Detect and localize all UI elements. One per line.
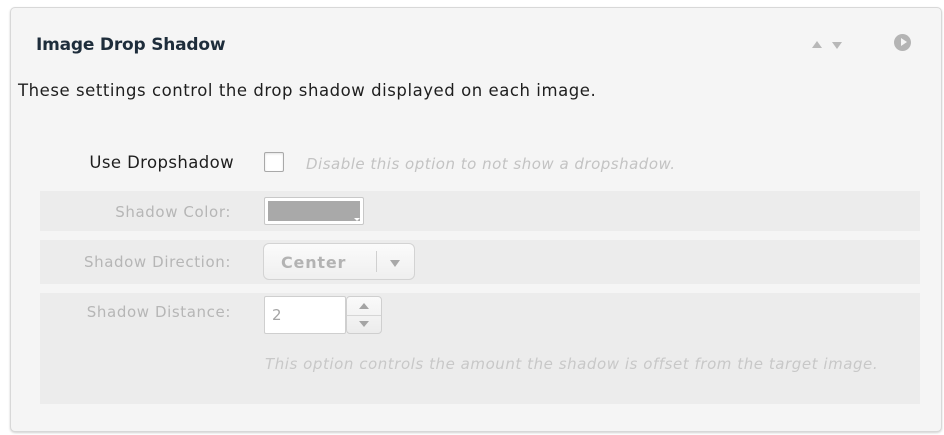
- move-down-icon[interactable]: [832, 42, 842, 49]
- shadow-color-label: Shadow Color:: [115, 203, 231, 221]
- play-circle-icon[interactable]: [894, 34, 911, 51]
- chevron-down-icon: [390, 260, 400, 267]
- select-divider: [376, 251, 377, 272]
- move-up-icon[interactable]: [812, 41, 822, 48]
- shadow-distance-stepper[interactable]: [346, 296, 382, 334]
- use-dropshadow-label: Use Dropshadow: [89, 153, 234, 172]
- increment-arrow-icon[interactable]: [347, 297, 381, 316]
- shadow-color-fill: [268, 201, 360, 221]
- shadow-distance-input[interactable]: 2: [264, 296, 346, 334]
- shadow-distance-hint: This option controls the amount the shad…: [265, 355, 879, 373]
- shadow-color-picker[interactable]: [264, 197, 364, 225]
- shadow-direction-select[interactable]: Center: [263, 243, 415, 280]
- shadow-distance-label: Shadow Distance:: [86, 303, 231, 321]
- panel-title: Image Drop Shadow: [36, 35, 226, 55]
- decrement-arrow-icon[interactable]: [347, 315, 381, 333]
- use-dropshadow-checkbox[interactable]: [264, 152, 284, 172]
- color-caret-icon: [354, 218, 360, 221]
- shadow-direction-label: Shadow Direction:: [84, 253, 231, 271]
- shadow-direction-value: Center: [281, 253, 347, 272]
- panel-description: These settings control the drop shadow d…: [18, 81, 597, 100]
- use-dropshadow-hint: Disable this option to not show a dropsh…: [306, 155, 676, 173]
